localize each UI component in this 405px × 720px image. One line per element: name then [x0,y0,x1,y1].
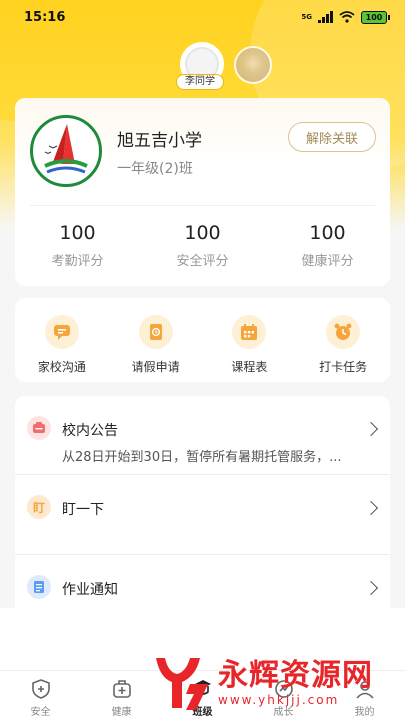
chevron-right-icon [363,580,379,596]
list-item-announcement[interactable]: 校内公告 从28日开始到30日，暂停所有暑期托管服务，... [15,396,390,474]
calendar-icon [232,315,267,349]
unlink-button[interactable]: 解除关联 [288,122,376,152]
tab-safety[interactable]: 安全 [0,671,81,720]
safety-score[interactable]: 100 安全评分 [140,222,265,269]
quick-action-label: 家校沟通 [37,360,86,374]
list-item-title: 校内公告 [62,423,118,439]
quick-action-label: 请假申请 [131,360,180,374]
battery-level: 100 [365,12,383,22]
watermark-title: 永辉资源网 [218,658,373,693]
quick-actions: 家校沟通 请假申请 课程表 打卡任务 [15,298,390,382]
quick-action-home-school-chat[interactable]: 家校沟通 [22,315,102,382]
battery-icon: 100 [361,10,390,24]
list-item-title: 作业通知 [62,582,118,598]
health-score-value: 100 [309,222,346,244]
health-score-label: 健康评分 [301,254,354,269]
notice-list: 校内公告 从28日开始到30日，暂停所有暑期托管服务，... 盯 盯一下 作业通… [15,396,390,608]
wifi-icon [339,11,355,23]
attendance-score-value: 100 [59,222,96,244]
watermark-url: www.yhkjjj.com [218,693,340,707]
shield-icon [29,677,53,701]
class-name: 一年级(2)班 [117,161,193,177]
safety-score-label: 安全评分 [176,254,229,269]
school-logo [30,115,102,187]
safety-score-value: 100 [184,222,221,244]
chevron-right-icon [363,500,379,516]
health-score[interactable]: 100 健康评分 [265,222,390,269]
quick-action-check-in-task[interactable]: 打卡任务 [303,315,383,382]
signal-icon [318,11,333,23]
status-time: 15:16 [24,9,66,25]
tab-label: 健康 [111,707,132,718]
status-bar: 15:16 5G 100 [0,0,405,34]
school-name: 旭五吉小学 [117,131,202,151]
student-avatar-secondary[interactable] [234,46,272,84]
attendance-score[interactable]: 100 考勤评分 [15,222,140,269]
chat-icon [44,315,79,349]
quick-action-label: 课程表 [231,360,268,374]
tab-label: 安全 [30,707,51,718]
student-name-badge[interactable]: 李同学 [176,74,224,90]
list-item-homework[interactable]: 作业通知 [15,555,390,608]
list-item-title: 盯一下 [62,502,104,518]
school-card: 旭五吉小学 一年级(2)班 解除关联 100 考勤评分 100 安全评分 100… [15,98,390,286]
watermark-logo [156,658,208,710]
attendance-score-label: 考勤评分 [51,254,104,269]
divider [30,205,375,206]
watermark: 永辉资源网 www.yhkjjj.com [150,650,400,716]
score-stats: 100 考勤评分 100 安全评分 100 健康评分 [15,222,390,269]
profile-switcher: 李同学 [0,42,405,92]
announcement-icon [27,416,51,440]
quick-action-label: 打卡任务 [319,360,368,374]
ding-icon: 盯 [27,495,51,519]
ding-icon-glyph: 盯 [32,500,45,515]
medkit-icon [110,677,134,701]
homework-icon [27,575,51,599]
alarm-clock-icon [326,315,361,349]
chevron-right-icon [363,421,379,437]
quick-action-leave-request[interactable]: 请假申请 [116,315,196,382]
quick-action-timetable[interactable]: 课程表 [209,315,289,382]
leave-icon [138,315,173,349]
list-item-ding[interactable]: 盯 盯一下 [15,475,390,553]
network-label: 5G [301,13,312,21]
list-item-subtitle: 从28日开始到30日，暂停所有暑期托管服务，... [62,450,342,465]
